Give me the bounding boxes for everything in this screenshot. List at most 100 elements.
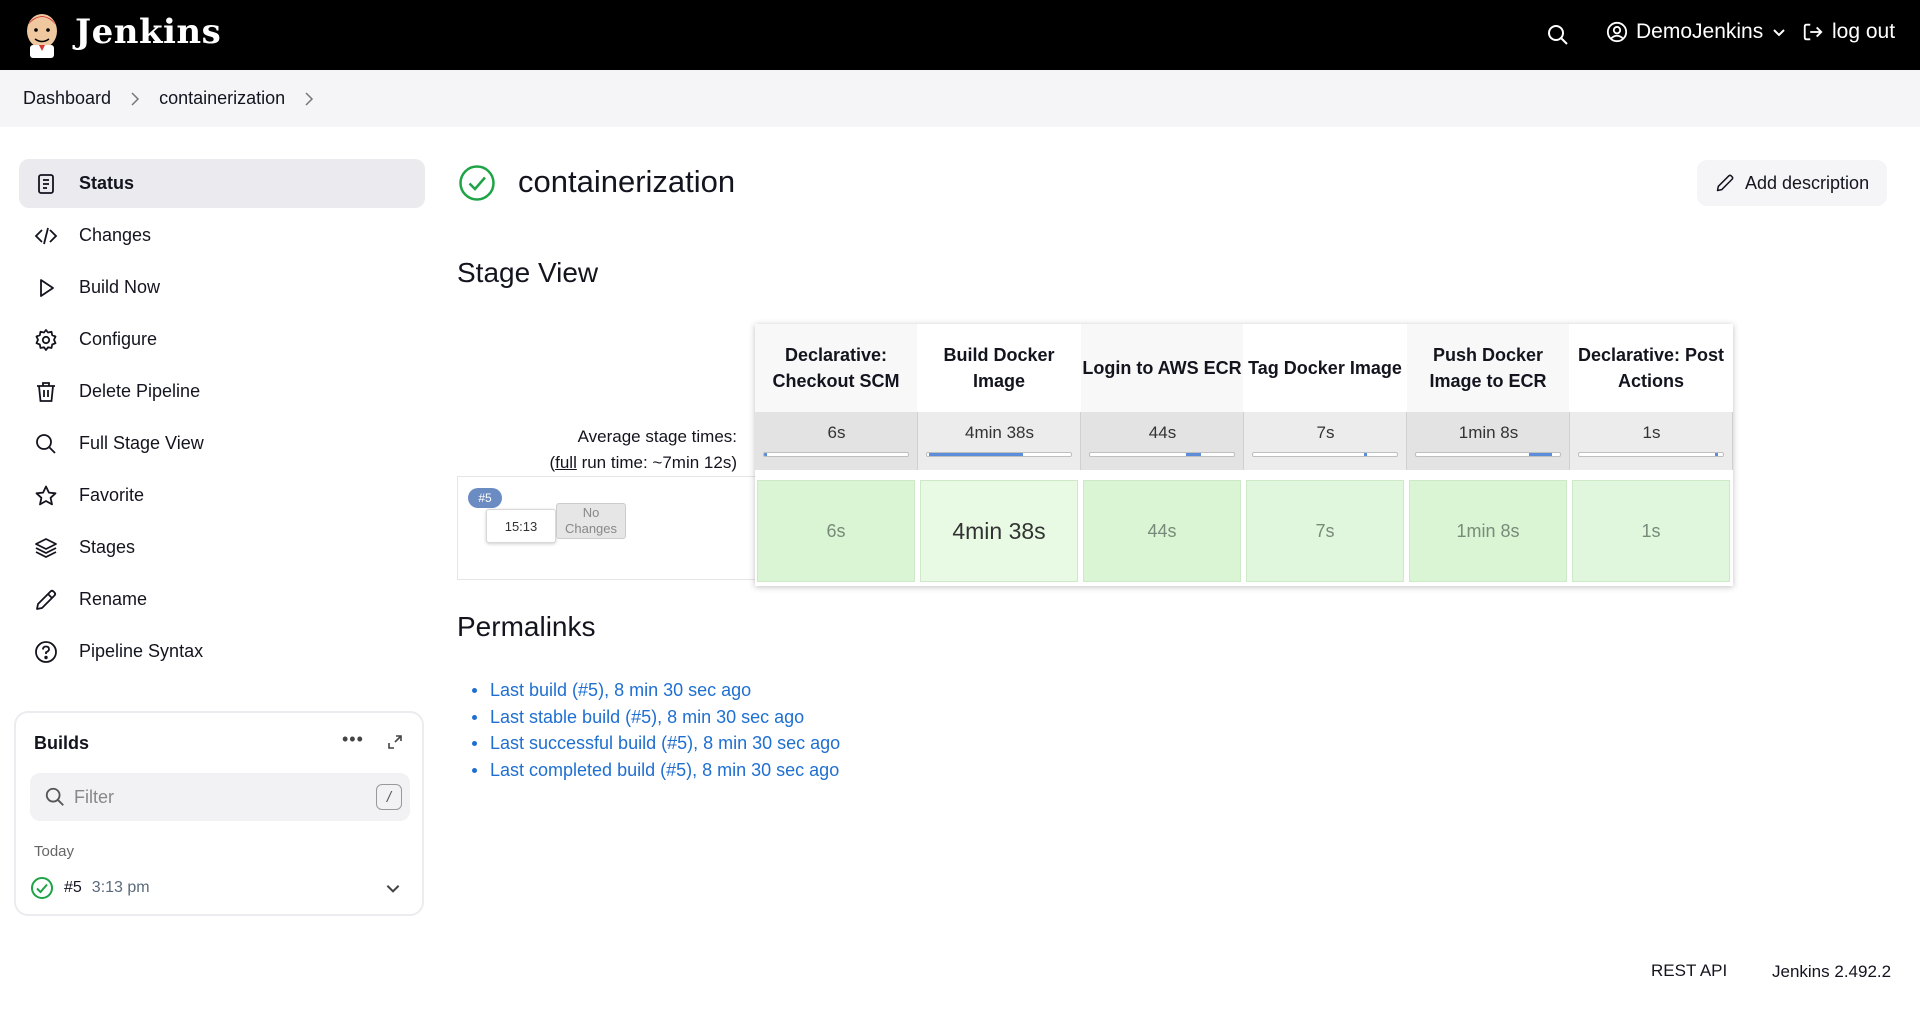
build-start-time: 15:13	[486, 509, 556, 543]
builds-panel: Builds ••• / Today #5 3:13 pm	[14, 711, 424, 916]
stage-cell[interactable]: 6s	[757, 480, 915, 582]
build-number[interactable]: #5	[64, 879, 82, 897]
sidebar-item-favorite[interactable]: Favorite	[19, 471, 425, 520]
stage-average-bar	[1089, 452, 1235, 457]
logout-link[interactable]: log out	[1802, 20, 1895, 44]
jenkins-logo-icon[interactable]	[22, 11, 62, 59]
permalink-last-stable-build[interactable]: Last stable build (#5), 8 min 30 sec ago	[490, 707, 804, 727]
sidebar-item-delete-pipeline[interactable]: Delete Pipeline	[19, 367, 425, 416]
sidebar-item-pipeline-syntax[interactable]: Pipeline Syntax	[19, 627, 425, 676]
permalink-last-completed-build[interactable]: Last completed build (#5), 8 min 30 sec …	[490, 760, 839, 780]
list-item: Last build (#5), 8 min 30 sec ago	[471, 677, 840, 704]
sidebar-item-label: Changes	[79, 225, 152, 245]
stage-cell[interactable]: 7s	[1246, 480, 1404, 582]
add-description-button[interactable]: Add description	[1697, 160, 1887, 206]
sidebar-item-configure[interactable]: Configure	[19, 315, 425, 364]
stage-average: 4min 38s	[918, 412, 1081, 470]
list-item: Last completed build (#5), 8 min 30 sec …	[471, 757, 840, 784]
logout-label: log out	[1832, 20, 1896, 43]
stage-average: 1min 8s	[1407, 412, 1570, 470]
stage-average-bar	[926, 452, 1072, 457]
builds-filter-input[interactable]	[74, 781, 354, 813]
page-title: containerization	[518, 164, 736, 199]
sidebar-item-label: Favorite	[79, 485, 145, 505]
stage-average-time: 7s	[1316, 423, 1335, 442]
list-item: Last stable build (#5), 8 min 30 sec ago	[471, 704, 840, 731]
filter-shortcut-key: /	[376, 784, 402, 810]
breadcrumb-dashboard[interactable]: Dashboard	[23, 88, 111, 109]
stage-header: Tag Docker Image	[1244, 324, 1407, 412]
stage-header: Build Docker Image	[918, 324, 1081, 412]
expand-icon[interactable]	[386, 733, 404, 751]
stage-average: 7s	[1244, 412, 1407, 470]
version-link[interactable]: Jenkins 2.492.2	[1772, 962, 1891, 982]
sidebar-item-label: Build Now	[79, 277, 161, 297]
build-run-row: #5 15:13 No Changes	[457, 476, 755, 580]
sidebar-item-label: Configure	[79, 329, 158, 349]
sidebar-item-rename[interactable]: Rename	[19, 575, 425, 624]
sidebar-item-full-stage-view[interactable]: Full Stage View	[19, 419, 425, 468]
chevron-down-icon[interactable]	[384, 879, 402, 897]
sidebar-item-build-now[interactable]: Build Now	[19, 263, 425, 312]
sidebar-item-changes[interactable]: Changes	[19, 211, 425, 260]
success-icon	[31, 877, 53, 899]
stage-average-time: 6s	[827, 423, 846, 442]
stage-average-fill	[1529, 453, 1553, 456]
stage-column: Build Docker Image 4min 38s 4min 38s	[918, 324, 1081, 586]
sidebar-item-label: Full Stage View	[79, 433, 204, 453]
stage-view-heading: Stage View	[457, 257, 599, 288]
build-badge[interactable]: #5	[468, 488, 502, 508]
star-icon	[33, 483, 59, 509]
stage-average-fill	[1185, 453, 1201, 456]
stage-cell[interactable]: 44s	[1083, 480, 1241, 582]
user-icon	[1606, 21, 1628, 43]
sidebar-item-label: Stages	[79, 537, 136, 557]
build-changes[interactable]: No Changes	[556, 503, 626, 539]
permalink-last-successful-build[interactable]: Last successful build (#5), 8 min 30 sec…	[490, 733, 840, 753]
help-icon	[33, 639, 59, 665]
build-row[interactable]: #5 3:13 pm	[30, 873, 410, 903]
rest-api-link[interactable]: REST API	[1651, 961, 1727, 981]
list-item: Last successful build (#5), 8 min 30 sec…	[471, 730, 840, 757]
stage-average-bar	[1415, 452, 1561, 457]
stage-average-time: 44s	[1148, 423, 1177, 442]
full-run-time: (full run time: ~7min 12s)	[549, 453, 737, 472]
breadcrumb: Dashboard containerization	[0, 70, 1920, 127]
stage-column: Declarative: Checkout SCM 6s 6s	[755, 324, 918, 586]
permalink-last-build[interactable]: Last build (#5), 8 min 30 sec ago	[490, 680, 751, 700]
permalinks-heading: Permalinks	[457, 611, 596, 642]
average-stage-times: Average stage times: (full run time: ~7m…	[457, 424, 737, 476]
sidebar-item-label: Rename	[79, 589, 148, 609]
top-header: Jenkins DemoJenkins log out	[0, 0, 1920, 70]
stage-average: 44s	[1081, 412, 1244, 470]
brand-title[interactable]: Jenkins	[75, 12, 221, 52]
breadcrumb-job[interactable]: containerization	[159, 88, 285, 109]
stage-average: 1s	[1570, 412, 1733, 470]
stage-header: Login to AWS ECR	[1081, 324, 1244, 412]
chevron-right-icon	[131, 91, 140, 106]
stage-cell[interactable]: 1s	[1572, 480, 1730, 582]
full-run-link[interactable]: full	[555, 453, 577, 472]
build-time[interactable]: 3:13 pm	[92, 879, 150, 897]
status-icon	[33, 171, 59, 197]
stage-header: Declarative: Post Actions	[1570, 324, 1733, 412]
stage-column: Login to AWS ECR 44s 44s	[1081, 324, 1244, 586]
stage-average-fill	[1715, 453, 1719, 456]
stage-average-fill	[764, 453, 767, 456]
search-icon[interactable]	[1546, 23, 1570, 47]
logout-icon	[1803, 23, 1823, 41]
sidebar-item-stages[interactable]: Stages	[19, 523, 425, 572]
layers-icon	[33, 535, 59, 561]
stage-average-bar	[1252, 452, 1398, 457]
stage-cell[interactable]: 4min 38s	[920, 480, 1078, 582]
builds-group-label: Today	[34, 843, 75, 860]
sidebar-item-label: Delete Pipeline	[79, 381, 201, 401]
stage-header: Push Docker Image to ECR	[1407, 324, 1570, 412]
sidebar-item-status[interactable]: Status	[19, 159, 425, 208]
sidebar-item-label: Pipeline Syntax	[79, 641, 204, 661]
chevron-right-icon[interactable]	[299, 89, 319, 109]
stage-cell[interactable]: 1min 8s	[1409, 480, 1567, 582]
more-options-icon[interactable]: •••	[342, 729, 364, 750]
user-menu[interactable]: DemoJenkins	[1606, 20, 1787, 44]
stage-average-time: 1min 8s	[1458, 423, 1519, 442]
